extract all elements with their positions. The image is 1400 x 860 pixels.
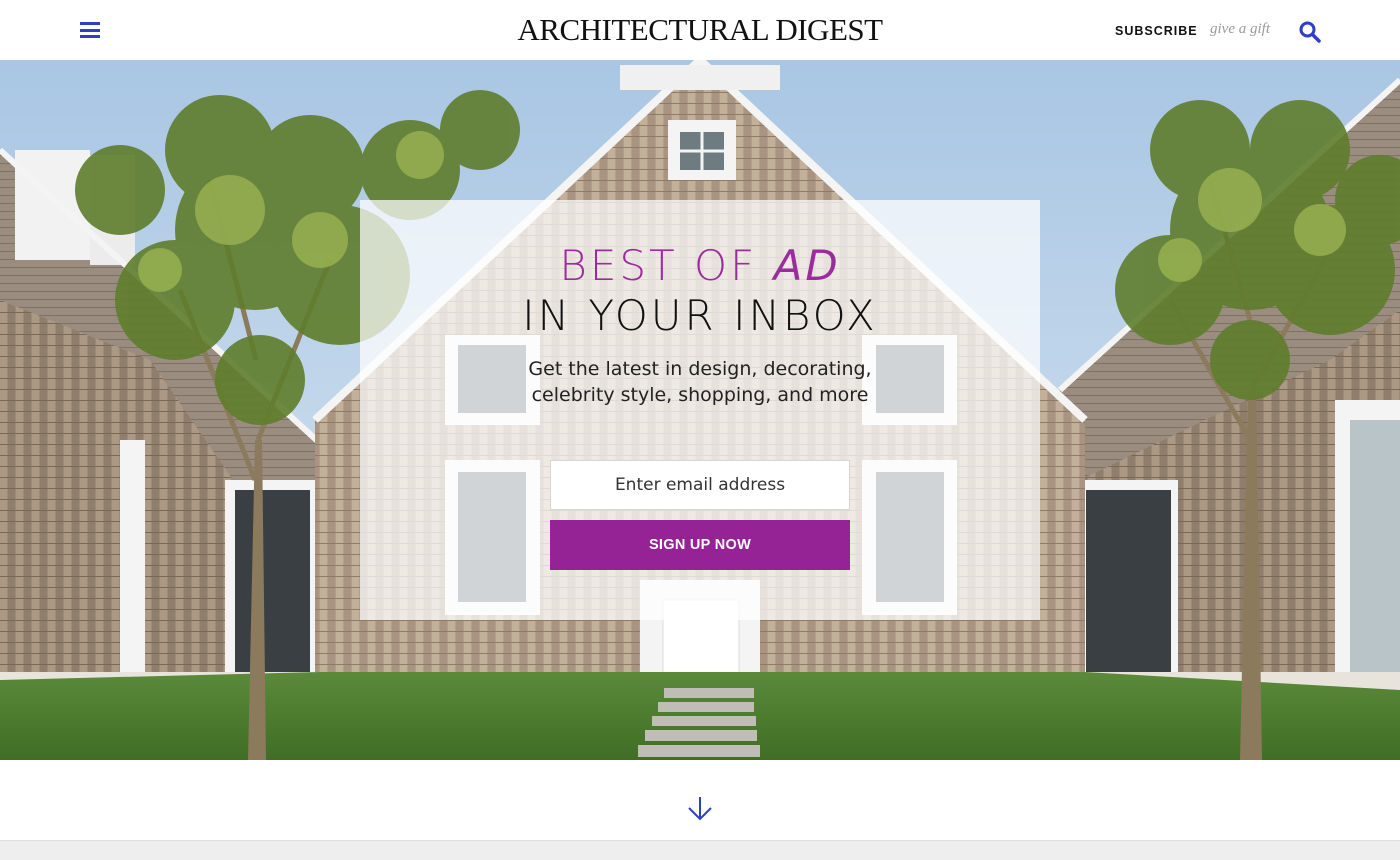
headline-in-your-inbox: IN YOUR INBOX [522,291,878,340]
email-input[interactable] [550,460,850,510]
headline-best-of-ad: BEST OF AD [360,240,1040,292]
arrow-down-icon[interactable] [686,795,714,823]
headline-italic: AD [773,241,841,290]
site-header: ARCHITECTURAL DIGEST SUBSCRIBE give a gi… [0,0,1400,60]
page-bottom-strip [0,840,1400,860]
newsletter-description: Get the latest in design, decorating, ce… [528,358,872,406]
sign-up-button[interactable]: SIGN UP NOW [550,520,850,570]
give-a-gift-link[interactable]: give a gift [1210,21,1270,38]
hero-section: BEST OF AD IN YOUR INBOX Get the latest … [0,60,1400,760]
headline-prefix: BEST OF [559,241,774,290]
subscribe-link[interactable]: SUBSCRIBE [1115,24,1198,38]
search-icon[interactable] [1298,20,1322,44]
newsletter-card: BEST OF AD IN YOUR INBOX Get the latest … [360,200,1040,620]
